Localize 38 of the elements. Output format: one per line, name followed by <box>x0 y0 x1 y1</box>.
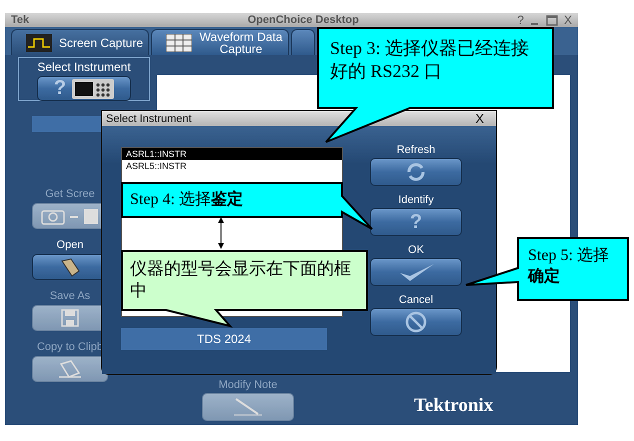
button-label: OK <box>408 244 424 256</box>
callout-text: Step 5: 选择确定 <box>528 246 610 287</box>
cancel-button[interactable] <box>370 308 462 336</box>
action-label: Get Scree <box>45 188 95 200</box>
waveform-icon <box>26 34 52 52</box>
maximize-icon[interactable] <box>546 14 558 26</box>
modify-note-label: Modify Note <box>218 379 278 391</box>
app-label: Tek <box>11 14 30 26</box>
instrument-item[interactable]: ASRL1::INSTR <box>122 148 342 160</box>
brand-logo: Tektronix <box>414 395 494 417</box>
model-field: TDS 2024 <box>121 328 327 350</box>
cancel-icon <box>404 310 428 334</box>
oscilloscope-icon <box>72 78 114 98</box>
double-arrow <box>218 217 224 249</box>
ok-button[interactable] <box>370 258 462 286</box>
folder-icon <box>59 257 81 277</box>
tab[interactable]: Screen Capture <box>11 29 149 55</box>
action-label: Open <box>56 239 84 251</box>
tab[interactable]: Waveform Data Capture <box>151 29 289 55</box>
close-button[interactable]: X <box>475 111 484 126</box>
callout-text: Step 4: 选择鉴定 <box>130 190 244 210</box>
refresh-button[interactable] <box>370 158 462 186</box>
window-title: OpenChoice Desktop <box>246 14 360 26</box>
camera-icon <box>40 207 100 225</box>
clipboard-icon <box>57 359 83 379</box>
help-button[interactable]: ? <box>517 13 524 27</box>
select-instrument-label: Select Instrument <box>37 60 131 74</box>
close-button[interactable]: X <box>564 13 572 27</box>
button-label: Identify <box>398 194 434 206</box>
data-grid-icon <box>166 34 192 52</box>
instrument-item[interactable]: ASRL5::INSTR <box>122 160 342 172</box>
callout-text: Step 3: 选择仪器已经连接好的 RS232 口 <box>330 37 530 84</box>
action-label: Save As <box>50 290 90 302</box>
button-label: Refresh <box>396 144 436 156</box>
callout-text: 仪器的型号会显示在下面的框中 <box>130 258 352 302</box>
dialog-title: Select Instrument <box>106 112 192 124</box>
button-label: Cancel <box>398 294 434 306</box>
tab[interactable] <box>291 29 315 55</box>
